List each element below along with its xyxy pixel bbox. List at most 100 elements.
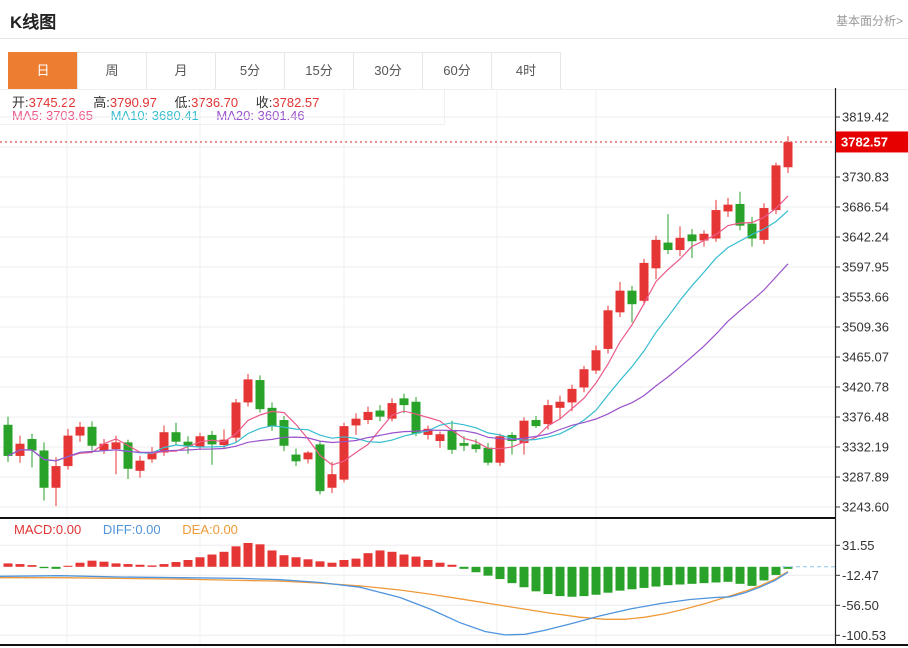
macd-bar[interactable] xyxy=(52,567,61,569)
macd-bar[interactable] xyxy=(16,564,25,567)
macd-bar[interactable] xyxy=(148,565,157,566)
macd-histogram[interactable] xyxy=(4,543,793,597)
macd-bar[interactable] xyxy=(100,562,109,567)
candle[interactable] xyxy=(616,291,625,313)
candle[interactable] xyxy=(244,379,253,402)
macd-bar[interactable] xyxy=(700,567,709,583)
macd-bar[interactable] xyxy=(424,560,433,567)
macd-bar[interactable] xyxy=(736,567,745,584)
macd-bar[interactable] xyxy=(40,567,49,568)
macd-bar[interactable] xyxy=(460,567,469,569)
candle[interactable] xyxy=(256,380,265,409)
candle[interactable] xyxy=(448,431,457,450)
tab-周[interactable]: 周 xyxy=(77,52,147,90)
candle[interactable] xyxy=(376,411,385,417)
candle[interactable] xyxy=(304,453,313,460)
macd-bar[interactable] xyxy=(64,566,73,567)
macd-bar[interactable] xyxy=(136,565,145,567)
candle[interactable] xyxy=(172,432,181,441)
candle[interactable] xyxy=(532,420,541,426)
macd-bar[interactable] xyxy=(88,561,97,567)
candle[interactable] xyxy=(484,448,493,463)
macd-bar[interactable] xyxy=(268,550,277,566)
macd-bar[interactable] xyxy=(676,567,685,585)
candle[interactable] xyxy=(340,426,349,480)
macd-bar[interactable] xyxy=(616,567,625,591)
macd-bar[interactable] xyxy=(472,567,481,572)
candle[interactable] xyxy=(40,451,49,488)
candle[interactable] xyxy=(664,243,673,250)
candle[interactable] xyxy=(460,443,469,446)
macd-bar[interactable] xyxy=(604,567,613,593)
kline-chart[interactable]: 3819.423775.123730.833686.543642.243597.… xyxy=(0,88,908,648)
macd-bar[interactable] xyxy=(352,559,361,567)
tab-5分[interactable]: 5分 xyxy=(215,52,285,90)
candle[interactable] xyxy=(628,291,637,305)
macd-bar[interactable] xyxy=(532,567,541,592)
candle[interactable] xyxy=(544,405,553,424)
macd-bar[interactable] xyxy=(328,563,337,567)
macd-bar[interactable] xyxy=(28,565,37,567)
macd-bar[interactable] xyxy=(628,567,637,589)
macd-bar[interactable] xyxy=(568,567,577,597)
macd-bar[interactable] xyxy=(748,567,757,586)
macd-bar[interactable] xyxy=(184,560,193,567)
macd-bar[interactable] xyxy=(712,567,721,583)
macd-bar[interactable] xyxy=(256,544,265,566)
candle[interactable] xyxy=(400,398,409,405)
candle[interactable] xyxy=(652,240,661,268)
candle[interactable] xyxy=(556,402,565,408)
candle[interactable] xyxy=(352,419,361,426)
candle[interactable] xyxy=(760,208,769,240)
macd-bar[interactable] xyxy=(400,555,409,567)
candle[interactable] xyxy=(124,442,133,468)
macd-bar[interactable] xyxy=(664,567,673,585)
candle[interactable] xyxy=(136,461,145,471)
macd-bar[interactable] xyxy=(772,567,781,575)
macd-bar[interactable] xyxy=(484,567,493,576)
macd-bar[interactable] xyxy=(364,553,373,567)
macd-bar[interactable] xyxy=(580,567,589,596)
macd-bar[interactable] xyxy=(208,555,217,567)
macd-bar[interactable] xyxy=(436,563,445,567)
candle[interactable] xyxy=(28,439,37,451)
candle[interactable] xyxy=(232,402,241,437)
tab-4时[interactable]: 4时 xyxy=(491,52,561,90)
macd-bar[interactable] xyxy=(556,567,565,596)
macd-bar[interactable] xyxy=(172,562,181,567)
macd-bar[interactable] xyxy=(160,564,169,567)
tab-30分[interactable]: 30分 xyxy=(353,52,423,90)
macd-bar[interactable] xyxy=(688,567,697,584)
candle[interactable] xyxy=(784,142,793,167)
candle[interactable] xyxy=(676,238,685,250)
candle[interactable] xyxy=(436,434,445,441)
macd-bar[interactable] xyxy=(304,559,313,566)
candle[interactable] xyxy=(772,165,781,210)
macd-bar[interactable] xyxy=(388,552,397,567)
macd-bar[interactable] xyxy=(76,563,85,567)
macd-bar[interactable] xyxy=(508,567,517,583)
tab-15分[interactable]: 15分 xyxy=(284,52,354,90)
candle[interactable] xyxy=(112,442,121,449)
candle[interactable] xyxy=(64,436,73,466)
macd-bar[interactable] xyxy=(340,560,349,567)
macd-bar[interactable] xyxy=(724,567,733,582)
tab-日[interactable]: 日 xyxy=(8,52,78,90)
candle[interactable] xyxy=(88,427,97,446)
macd-bar[interactable] xyxy=(232,546,241,566)
tab-月[interactable]: 月 xyxy=(146,52,216,90)
macd-bar[interactable] xyxy=(292,557,301,567)
candle[interactable] xyxy=(364,412,373,420)
macd-bar[interactable] xyxy=(376,550,385,566)
candle[interactable] xyxy=(100,444,109,451)
macd-bar[interactable] xyxy=(640,567,649,588)
macd-bar[interactable] xyxy=(316,561,325,566)
candle[interactable] xyxy=(724,205,733,212)
candle[interactable] xyxy=(328,474,337,488)
candle[interactable] xyxy=(220,440,229,445)
macd-bar[interactable] xyxy=(112,563,121,566)
candle[interactable] xyxy=(568,389,577,403)
fundamental-analysis-link[interactable]: 基本面分析> xyxy=(836,12,903,29)
candle[interactable] xyxy=(76,427,85,436)
candle[interactable] xyxy=(580,369,589,387)
